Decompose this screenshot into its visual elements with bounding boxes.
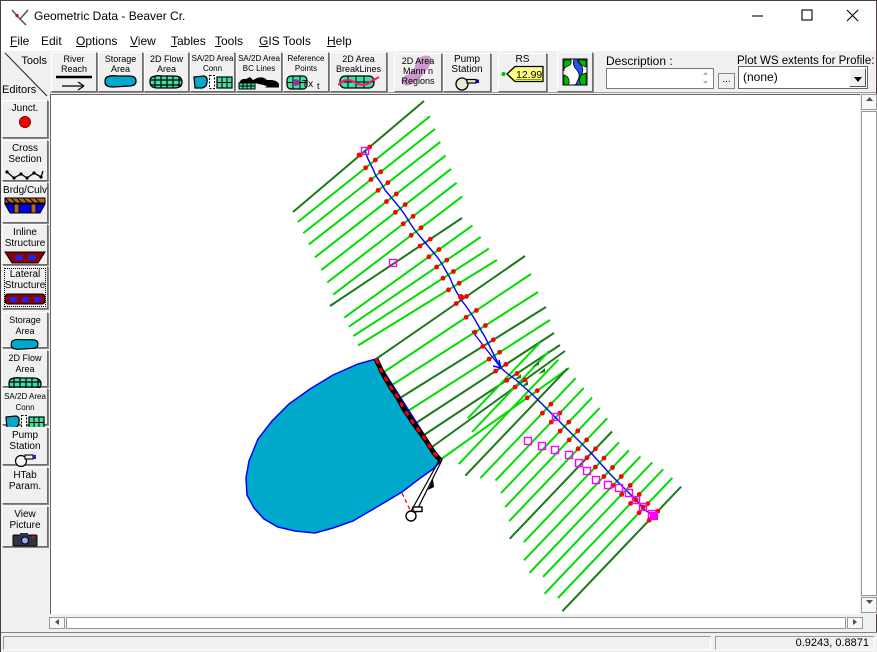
svg-text:t: t — [317, 81, 320, 91]
svg-text:Tx: Tx — [302, 79, 313, 90]
